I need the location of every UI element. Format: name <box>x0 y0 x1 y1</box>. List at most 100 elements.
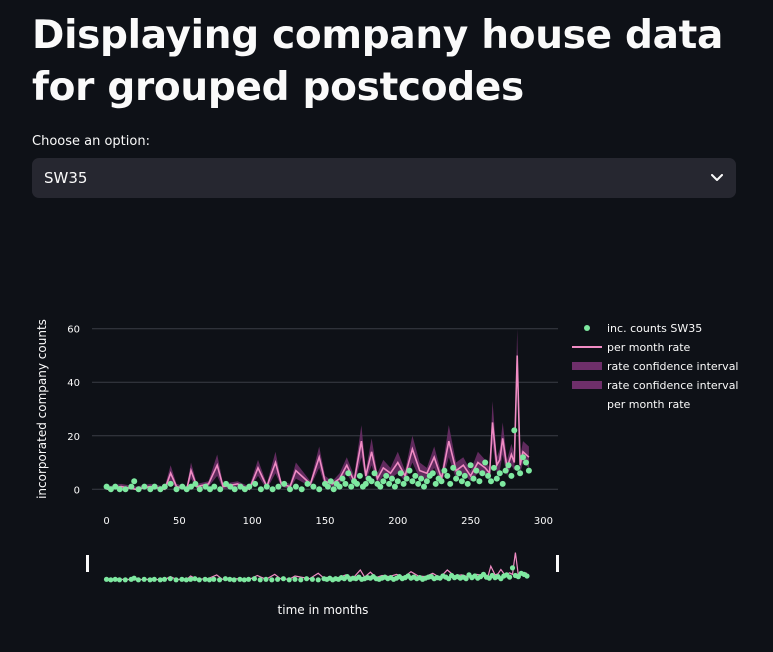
data-point <box>400 480 407 487</box>
range-data-point <box>315 577 321 583</box>
data-point <box>403 475 410 482</box>
data-point <box>397 470 404 477</box>
range-slider[interactable] <box>86 552 559 583</box>
data-point <box>368 478 375 485</box>
data-point <box>490 464 497 471</box>
range-data-point <box>192 576 198 582</box>
x-tick-label: 100 <box>243 516 262 527</box>
range-data-point <box>116 577 123 583</box>
range-data-point <box>286 577 292 583</box>
legend-label[interactable]: rate confidence interval <box>607 360 739 373</box>
data-point <box>151 483 158 490</box>
legend-label[interactable]: inc. counts SW35 <box>607 322 702 335</box>
y-axis-label: incorporated company counts <box>35 319 49 499</box>
legend-label[interactable]: per month rate <box>607 398 691 411</box>
confidence-band-area <box>106 328 529 490</box>
data-point <box>304 480 311 487</box>
data-point <box>423 478 430 485</box>
data-point <box>406 467 413 474</box>
range-data-point <box>108 577 114 583</box>
data-point <box>499 480 506 487</box>
data-point <box>458 478 465 485</box>
data-point <box>429 470 436 477</box>
data-point <box>167 480 174 487</box>
range-data-point <box>206 577 212 583</box>
chart[interactable]: 0 20 40 60 0 50 100 150 200 250 300 incorporated c… <box>0 300 773 640</box>
range-data-point <box>151 576 157 582</box>
data-point <box>470 475 477 482</box>
data-point <box>525 467 532 474</box>
data-point <box>514 464 521 471</box>
data-point <box>502 467 509 474</box>
chevron-down-icon[interactable] <box>710 171 724 185</box>
select-label: Choose an option: <box>32 134 150 149</box>
data-point <box>517 470 524 477</box>
data-point <box>461 472 468 479</box>
data-point <box>281 480 288 487</box>
legend-label[interactable]: rate confidence interval <box>607 379 739 392</box>
data-point <box>441 467 448 474</box>
data-point <box>476 478 483 485</box>
range-data-point <box>161 576 168 582</box>
data-point <box>173 486 180 493</box>
data-point <box>456 470 462 477</box>
data-point <box>485 472 492 479</box>
data-point <box>348 483 355 490</box>
range-data-point <box>275 576 281 582</box>
y-tick-label: 40 <box>67 378 80 389</box>
data-point <box>122 486 129 493</box>
range-data-point <box>211 576 217 582</box>
legend-marker <box>584 325 590 331</box>
y-tick-label: 60 <box>67 325 80 336</box>
data-point <box>386 480 393 487</box>
data-point <box>496 470 503 477</box>
data-point <box>287 486 293 493</box>
data-point <box>394 478 401 485</box>
range-slider-left-handle[interactable] <box>86 555 89 572</box>
data-point <box>161 483 168 490</box>
x-tick-label: 300 <box>534 516 553 527</box>
x-axis-label: time in months <box>278 603 369 617</box>
axis-ticks: 0 20 40 60 0 50 100 150 200 250 300 <box>67 325 553 527</box>
data-point <box>217 486 224 493</box>
data-point <box>324 483 331 490</box>
data-point <box>473 467 480 474</box>
data-point <box>391 483 398 490</box>
range-data-point <box>309 576 315 582</box>
data-point <box>116 486 123 493</box>
range-data-point <box>509 565 516 571</box>
data-point <box>482 459 489 466</box>
legend-label[interactable]: per month rate <box>607 341 691 354</box>
data-point <box>292 483 299 490</box>
range-data-point <box>304 576 310 582</box>
y-tick-label: 20 <box>67 432 80 443</box>
data-point <box>444 472 451 479</box>
data-point <box>263 483 270 490</box>
range-slider-right-handle[interactable] <box>556 555 559 572</box>
range-data-point <box>246 576 252 582</box>
range-data-point <box>298 577 304 583</box>
data-point <box>438 478 445 485</box>
data-point <box>231 486 238 493</box>
data-point <box>316 486 323 493</box>
data-point <box>192 480 199 487</box>
data-point <box>135 486 142 493</box>
data-point <box>141 483 148 490</box>
data-point <box>464 480 471 487</box>
data-point <box>409 478 416 485</box>
data-point <box>327 478 334 485</box>
y-tick-label: 0 <box>74 485 80 496</box>
data-point <box>354 480 360 487</box>
data-point <box>380 478 387 485</box>
data-point <box>310 483 317 490</box>
data-point <box>342 480 349 487</box>
data-point <box>432 480 439 487</box>
data-point <box>246 483 253 490</box>
legend-band <box>572 381 602 389</box>
range-data-point <box>257 577 263 583</box>
postcode-select[interactable]: SW35 <box>32 158 736 198</box>
data-point <box>377 483 384 490</box>
data-point <box>418 475 425 482</box>
range-data-point <box>231 577 237 583</box>
data-point <box>421 483 427 490</box>
